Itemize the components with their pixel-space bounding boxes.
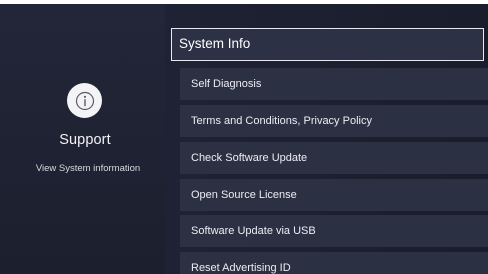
system-info-header[interactable]: System Info <box>171 28 484 61</box>
tv-screen: Support View System information System I… <box>0 4 488 274</box>
menu-item-software-update-usb[interactable]: Software Update via USB <box>180 215 488 247</box>
menu-item-check-software-update[interactable]: Check Software Update <box>180 142 488 174</box>
menu-item-open-source-license[interactable]: Open Source License <box>180 179 488 211</box>
menu-item-terms-privacy[interactable]: Terms and Conditions, Privacy Policy <box>180 105 488 137</box>
system-info-menu: System Info Self Diagnosis Terms and Con… <box>171 4 488 274</box>
support-title: Support <box>59 132 111 148</box>
menu-item-reset-advertising-id[interactable]: Reset Advertising ID <box>180 252 488 274</box>
info-circle-icon <box>67 83 102 118</box>
support-panel: Support View System information <box>0 4 165 274</box>
menu-item-self-diagnosis[interactable]: Self Diagnosis <box>180 68 488 100</box>
support-subtitle: View System information <box>35 163 141 174</box>
